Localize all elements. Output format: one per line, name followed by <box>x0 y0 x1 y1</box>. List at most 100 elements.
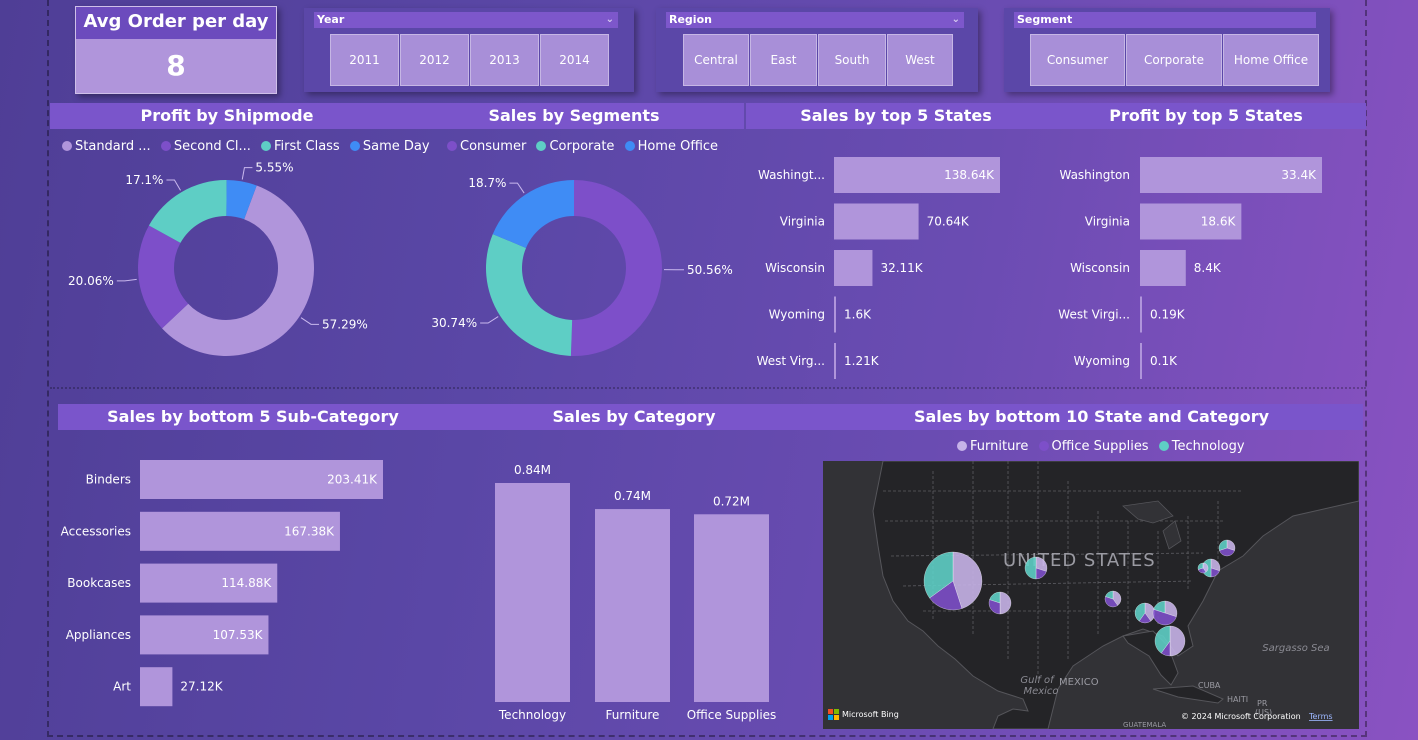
legend-dot <box>160 141 171 151</box>
region-slicer-header[interactable]: Region ⌄ <box>666 12 964 28</box>
category-label: Appliances <box>66 628 131 642</box>
region-option-central[interactable]: Central <box>683 34 749 86</box>
data-label: 0.72M <box>713 494 750 508</box>
legend-dot <box>447 141 457 151</box>
map-label-guatemala: GUATEMALA <box>1123 721 1166 729</box>
data-label: 32.11K <box>880 261 923 275</box>
year-slicer: Year ⌄ 2011 2012 2013 2014 <box>304 8 634 92</box>
chevron-down-icon[interactable]: ⌄ <box>952 12 960 28</box>
region-option-south[interactable]: South <box>818 34 886 86</box>
legend-item-corporate[interactable]: Corporate <box>536 139 614 154</box>
segments-donut-chart: 50.56% 30.74% 18.7% <box>431 176 733 356</box>
segment-option-consumer[interactable]: Consumer <box>1030 34 1125 86</box>
data-label: 114.88K <box>221 576 272 590</box>
shipmode-legend: Standard ... Second Cl... First Class Sa… <box>62 139 436 154</box>
legend-item-technology[interactable]: Technology <box>1158 439 1245 454</box>
legend-item-sameday[interactable]: Same Day <box>349 139 430 154</box>
year-option-2012[interactable]: 2012 <box>400 34 469 86</box>
legend-item-home-office[interactable]: Home Office <box>624 139 718 154</box>
category-label: Accessories <box>61 524 131 538</box>
slice-label: 50.56% <box>687 263 733 277</box>
column[interactable] <box>495 483 570 702</box>
bar[interactable] <box>834 296 836 333</box>
bar[interactable] <box>834 343 836 379</box>
map-title: Sales by bottom 10 State and Category <box>820 404 1363 430</box>
states-profit-title: Profit by top 5 States <box>1046 103 1366 129</box>
terms-link[interactable]: Terms <box>1308 712 1333 721</box>
slice-label: 17.1% <box>125 173 163 187</box>
legend-label: Office Supplies <box>1051 439 1149 454</box>
year-option-2011[interactable]: 2011 <box>330 34 399 86</box>
shipmode-title: Profit by Shipmode <box>50 103 404 129</box>
legend-item-consumer[interactable]: Consumer <box>447 139 526 154</box>
segment-slicer: Segment Consumer Corporate Home Office <box>1004 8 1330 92</box>
us-map[interactable]: UNITED STATES Gulf of Mexico Sargasso Se… <box>823 461 1359 729</box>
region-option-west[interactable]: West <box>887 34 953 86</box>
segment-slicer-header[interactable]: Segment <box>1014 12 1316 28</box>
states-sales-bar-chart: Washingt... 138.64K Virginia 70.64K Wisconsi… <box>757 157 1000 379</box>
legend-dot <box>957 441 967 451</box>
segment-option-home-office[interactable]: Home Office <box>1223 34 1319 86</box>
bar[interactable] <box>834 203 919 240</box>
year-slicer-title: Year <box>317 13 345 26</box>
map-legend: Furniture Office Supplies Technology <box>957 439 1251 454</box>
year-slicer-header[interactable]: Year ⌄ <box>314 12 618 28</box>
segment-option-corporate[interactable]: Corporate <box>1126 34 1222 86</box>
year-option-2013[interactable]: 2013 <box>470 34 539 86</box>
category-label: West Virg... <box>757 354 825 368</box>
column[interactable] <box>694 514 769 702</box>
region-option-east[interactable]: East <box>750 34 817 86</box>
data-label: 203.41K <box>327 473 378 487</box>
legend-dot <box>261 141 272 151</box>
avg-order-card: Avg Order per day 8 <box>75 6 277 94</box>
data-label: 70.64K <box>927 215 970 229</box>
category-label: Virginia <box>1085 215 1130 229</box>
legend-dot <box>624 141 635 151</box>
category-label: Washingt... <box>758 168 825 182</box>
data-label: 1.6K <box>844 308 872 322</box>
label-leader <box>480 316 499 324</box>
subcat-bar-chart: Binders 203.41K Accessories 167.38K Bookcase… <box>61 460 383 707</box>
legend-item-first[interactable]: First Class <box>261 139 340 154</box>
slice-label: 30.74% <box>431 316 477 330</box>
bar[interactable] <box>1140 343 1142 379</box>
map-label-sea: Sargasso Sea <box>1262 643 1329 654</box>
data-label: 1.21K <box>844 354 880 368</box>
category-label: Furniture <box>606 708 660 722</box>
category-label: Bookcases <box>67 576 131 590</box>
category-label: Washington <box>1059 168 1130 182</box>
legend-item-office-supplies[interactable]: Office Supplies <box>1038 439 1149 454</box>
legend-label: Second Cl... <box>173 139 251 154</box>
kpi-title: Avg Order per day <box>76 7 276 39</box>
region-slicer: Region ⌄ Central East South West <box>656 8 978 92</box>
bing-label: Microsoft Bing <box>842 710 899 719</box>
bar[interactable] <box>1140 250 1186 286</box>
donut-slice[interactable] <box>570 180 662 356</box>
legend-item-second[interactable]: Second Cl... <box>160 139 251 154</box>
column[interactable] <box>595 509 670 702</box>
year-option-2014[interactable]: 2014 <box>540 34 609 86</box>
states-sales-title: Sales by top 5 States <box>746 103 1046 129</box>
bar[interactable] <box>1140 296 1142 333</box>
data-label: 107.53K <box>213 628 264 642</box>
legend-dot <box>349 141 360 151</box>
bar[interactable] <box>140 667 173 707</box>
legend-item-standard[interactable]: Standard ... <box>62 139 151 154</box>
donut-slice[interactable] <box>486 234 573 356</box>
map-label-gulf2: Mexico <box>1023 686 1058 697</box>
map-canvas: UNITED STATES Gulf of Mexico Sargasso Se… <box>823 461 1359 729</box>
map-label-haiti: HAITI <box>1227 695 1248 704</box>
legend-dot <box>536 141 547 151</box>
data-label: 0.19K <box>1150 308 1186 322</box>
label-leader <box>116 278 137 282</box>
donut-slice[interactable] <box>492 180 574 248</box>
copyright-label: © 2024 Microsoft Corporation <box>1181 712 1301 721</box>
bar[interactable] <box>834 250 873 286</box>
legend-item-furniture[interactable]: Furniture <box>957 439 1028 454</box>
label-leader <box>241 167 253 180</box>
chevron-down-icon[interactable]: ⌄ <box>606 12 614 28</box>
data-label: 0.74M <box>614 489 651 503</box>
subcat-title: Sales by bottom 5 Sub-Category <box>58 404 448 430</box>
map-label-gulf1: Gulf of <box>1020 675 1055 686</box>
slice-label: 20.06% <box>68 274 114 288</box>
